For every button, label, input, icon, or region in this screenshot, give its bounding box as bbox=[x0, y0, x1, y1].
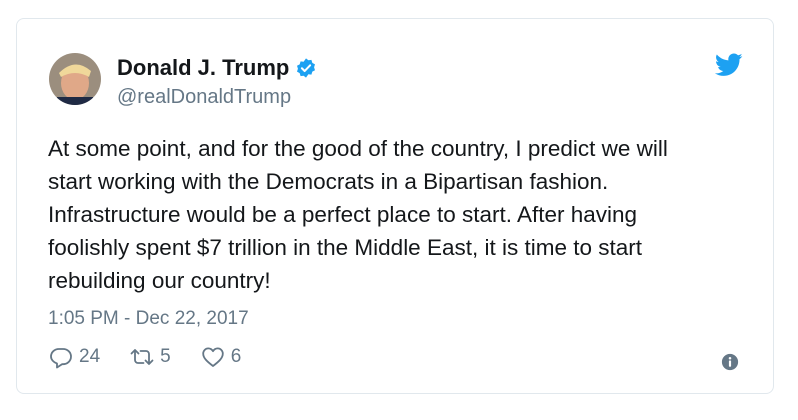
tweet-timestamp[interactable]: 1:05 PM - Dec 22, 2017 bbox=[48, 307, 249, 331]
info-icon[interactable] bbox=[721, 353, 739, 371]
twitter-bird-icon[interactable] bbox=[715, 53, 743, 77]
retweet-icon bbox=[130, 349, 154, 365]
heart-icon bbox=[202, 347, 224, 367]
tweet-card[interactable]: Donald J. Trump @realDonaldTrump At some… bbox=[16, 18, 774, 394]
avatar[interactable] bbox=[49, 53, 101, 105]
action-bar: 24 5 6 bbox=[49, 345, 271, 369]
reply-button[interactable]: 24 bbox=[49, 345, 100, 369]
like-button[interactable]: 6 bbox=[201, 345, 242, 369]
author-handle[interactable]: @realDonaldTrump bbox=[117, 85, 291, 109]
author-display-name[interactable]: Donald J. Trump bbox=[117, 55, 289, 81]
verified-badge-icon bbox=[297, 58, 316, 78]
reply-icon bbox=[50, 348, 72, 369]
tweet-text: At some point, and for the good of the c… bbox=[48, 136, 668, 293]
retweet-count: 5 bbox=[160, 346, 171, 367]
like-count: 6 bbox=[230, 346, 242, 367]
reply-count: 24 bbox=[79, 346, 101, 367]
author-row: Donald J. Trump bbox=[117, 55, 317, 81]
retweet-button[interactable]: 5 bbox=[130, 345, 171, 369]
